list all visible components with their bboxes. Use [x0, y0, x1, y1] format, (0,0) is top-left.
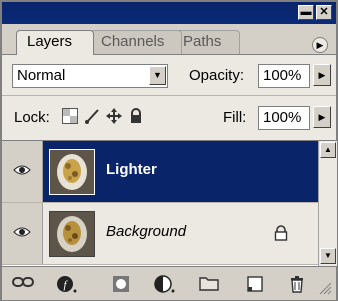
scroll-up-button[interactable]: ▲ [320, 142, 336, 158]
minimize-icon: ▬ [300, 6, 312, 18]
palette-tabs: Paths Channels Layers ▶ [2, 24, 336, 55]
layer-name: Background [106, 223, 187, 240]
visibility-toggle[interactable] [2, 141, 43, 202]
layer-thumbnail [49, 149, 95, 195]
tab-paths[interactable]: Paths [172, 30, 240, 54]
adjustment-layer-icon[interactable] [154, 275, 176, 293]
layer-style-icon[interactable]: f [56, 275, 78, 293]
layers-toolbar: f [2, 266, 336, 300]
padlock-icon[interactable] [128, 108, 144, 124]
layers-scrollbar[interactable]: ▲ ▼ [318, 141, 337, 266]
move-lock-icon[interactable] [106, 108, 122, 124]
new-group-icon[interactable] [198, 275, 220, 293]
tab-channels[interactable]: Channels [90, 30, 182, 54]
fill-field[interactable]: 100% [258, 106, 310, 130]
layer-thumbnail [49, 211, 95, 257]
transparency-lock-icon[interactable] [62, 108, 78, 124]
visibility-toggle[interactable] [2, 203, 43, 264]
close-icon: ✕ [319, 6, 329, 18]
blend-mode-value: Normal [17, 67, 66, 84]
layer-row-background[interactable]: Background [2, 203, 318, 265]
eye-icon [13, 165, 31, 175]
palette-menu-button[interactable]: ▶ [312, 37, 328, 53]
trash-icon[interactable] [286, 275, 308, 293]
eye-icon [13, 227, 31, 237]
lock-row: Lock: Fill: 100% ▶ [2, 96, 336, 141]
tab-layers[interactable]: Layers [16, 30, 94, 55]
link-icon[interactable] [12, 275, 34, 293]
palette-titlebar[interactable]: ▬ ✕ [2, 2, 336, 24]
fill-label: Fill: [223, 109, 247, 126]
lock-label: Lock: [14, 109, 50, 126]
layer-name: Lighter [106, 161, 157, 178]
layer-row-lighter[interactable]: Lighter [2, 141, 318, 203]
layers-palette: ▬ ✕ Paths Channels Layers ▶ Normal ▼ Opa… [0, 0, 338, 301]
new-layer-icon[interactable] [244, 275, 266, 293]
close-button[interactable]: ✕ [316, 5, 332, 20]
fill-slider-button[interactable]: ▶ [313, 106, 331, 128]
chevron-down-icon[interactable]: ▼ [149, 66, 166, 85]
opacity-slider-button[interactable]: ▶ [313, 64, 331, 86]
opacity-label: Opacity: [189, 67, 245, 84]
resize-grip-icon[interactable] [318, 281, 332, 295]
scroll-down-button[interactable]: ▼ [320, 248, 336, 264]
blend-mode-select[interactable]: Normal ▼ [12, 64, 168, 88]
layer-mask-icon[interactable] [110, 275, 132, 293]
layers-list: Lighter Background [2, 141, 318, 266]
blend-row: Normal ▼ Opacity: 100% ▶ [2, 55, 336, 96]
opacity-field[interactable]: 100% [258, 64, 310, 88]
padlock-icon [274, 225, 288, 241]
minimize-button[interactable]: ▬ [298, 5, 314, 20]
brush-lock-icon[interactable] [84, 108, 100, 124]
